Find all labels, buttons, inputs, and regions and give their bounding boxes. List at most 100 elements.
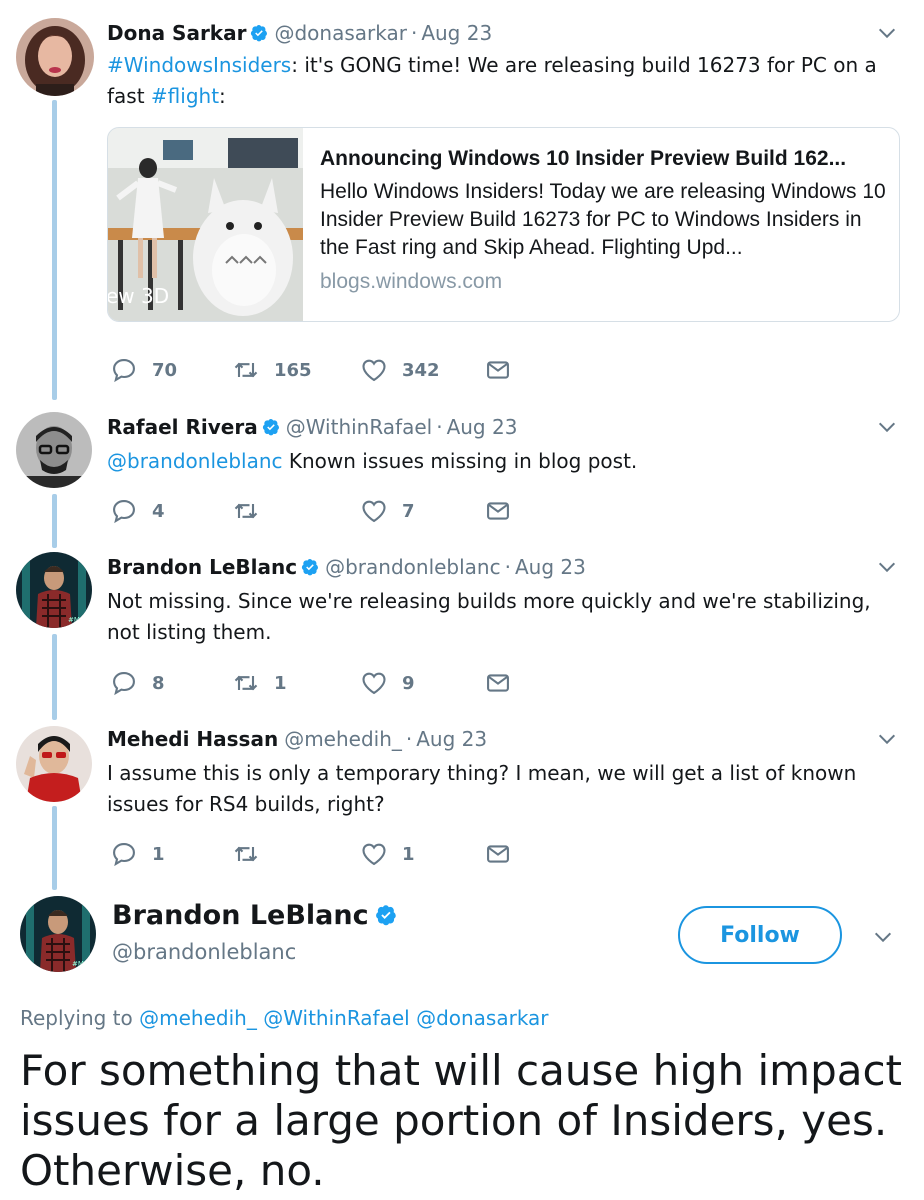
avatar[interactable] bbox=[16, 412, 92, 488]
like-count: 342 bbox=[402, 359, 440, 381]
verified-badge-icon bbox=[251, 24, 268, 42]
like-icon bbox=[362, 500, 386, 523]
reply-button[interactable]: 1 bbox=[110, 839, 165, 869]
reply-icon bbox=[113, 843, 135, 867]
timestamp[interactable]: Aug 23 bbox=[416, 727, 487, 751]
chevron-down-icon[interactable] bbox=[876, 728, 898, 750]
separator: · bbox=[405, 727, 413, 751]
retweet-button[interactable]: 165 bbox=[232, 355, 312, 385]
reply-icon bbox=[113, 500, 135, 524]
avatar[interactable]: #MSB bbox=[20, 896, 96, 972]
verified-badge-icon bbox=[375, 905, 396, 926]
handle[interactable]: @mehedih_ bbox=[284, 727, 402, 751]
dm-button[interactable] bbox=[484, 839, 512, 869]
tweet-text: #WindowsInsiders: it's GONG time! We are… bbox=[107, 50, 897, 112]
verified-badge-icon bbox=[262, 418, 279, 436]
reply-button[interactable]: 4 bbox=[110, 496, 165, 526]
display-name[interactable]: Dona Sarkar bbox=[107, 21, 246, 45]
retweet-button[interactable] bbox=[232, 839, 274, 869]
reply-count: 1 bbox=[152, 843, 165, 865]
like-count: 1 bbox=[402, 843, 415, 865]
separator: · bbox=[504, 555, 511, 579]
avatar[interactable] bbox=[16, 726, 92, 802]
timestamp[interactable]: Aug 23 bbox=[421, 21, 492, 45]
card-title: Announcing Windows 10 Insider Preview Bu… bbox=[320, 147, 847, 170]
chevron-down-icon[interactable] bbox=[876, 22, 898, 44]
tweet-header: Rafael Rivera @WithinRafael · Aug 23 bbox=[107, 414, 517, 440]
chevron-down-icon[interactable] bbox=[876, 556, 898, 578]
card-body: Announcing Windows 10 Insider Preview Bu… bbox=[320, 144, 888, 294]
tweet-text: I assume this is only a temporary thing?… bbox=[107, 761, 857, 816]
display-name[interactable]: Mehedi Hassan bbox=[107, 727, 278, 751]
card-description: Hello Windows Insiders! Today we are rel… bbox=[320, 180, 886, 259]
retweet-icon bbox=[234, 503, 258, 519]
avatar[interactable] bbox=[16, 18, 94, 96]
handle[interactable]: @brandonleblanc bbox=[325, 555, 501, 579]
chevron-down-icon[interactable] bbox=[876, 416, 898, 438]
dm-icon bbox=[487, 674, 509, 692]
thread-line bbox=[52, 494, 57, 548]
timestamp[interactable]: Aug 23 bbox=[515, 555, 586, 579]
avatar[interactable]: #MSB bbox=[16, 552, 92, 628]
retweet-icon bbox=[234, 846, 258, 862]
retweet-count: 1 bbox=[274, 672, 287, 694]
reply-button[interactable]: 70 bbox=[110, 355, 177, 385]
like-button[interactable]: 1 bbox=[360, 839, 415, 869]
card-image: ew 3D bbox=[108, 128, 303, 321]
reply-icon bbox=[113, 672, 135, 696]
like-icon bbox=[362, 359, 386, 382]
retweet-icon bbox=[234, 675, 258, 691]
hashtag-link[interactable]: #flight bbox=[151, 84, 219, 108]
like-icon bbox=[362, 672, 386, 695]
handle[interactable]: @donasarkar bbox=[274, 21, 406, 45]
text-segment: Known issues missing in blog post. bbox=[282, 449, 638, 473]
retweet-count: 165 bbox=[274, 359, 312, 381]
mention-link[interactable]: @mehedih_ bbox=[139, 1006, 257, 1030]
mention-link[interactable]: @brandonleblanc bbox=[107, 449, 283, 473]
handle[interactable]: @brandonleblanc bbox=[112, 940, 296, 964]
dm-button[interactable] bbox=[484, 668, 512, 698]
tweet-actions: 1 1 bbox=[110, 839, 530, 869]
display-name[interactable]: Rafael Rivera bbox=[107, 415, 258, 439]
hashtag-link[interactable]: #WindowsInsiders bbox=[107, 53, 291, 77]
like-count: 7 bbox=[402, 500, 415, 522]
dm-button[interactable] bbox=[484, 355, 512, 385]
like-button[interactable]: 7 bbox=[360, 496, 415, 526]
tweet-actions: 4 7 bbox=[110, 496, 530, 526]
like-button[interactable]: 9 bbox=[360, 668, 415, 698]
replying-prefix: Replying to bbox=[20, 1006, 133, 1030]
verified-badge-icon bbox=[302, 558, 319, 576]
retweet-button[interactable] bbox=[232, 496, 274, 526]
reply-icon bbox=[113, 359, 135, 383]
reply-count: 70 bbox=[152, 359, 178, 381]
separator: · bbox=[436, 415, 443, 439]
separator: · bbox=[410, 21, 418, 45]
retweet-button[interactable]: 1 bbox=[232, 668, 287, 698]
reply-count: 8 bbox=[152, 672, 165, 694]
thread-line bbox=[52, 100, 57, 400]
tweet-header: Brandon LeBlanc @brandonleblanc · Aug 23 bbox=[107, 554, 586, 580]
display-name[interactable]: Brandon LeBlanc bbox=[107, 555, 297, 579]
like-icon bbox=[362, 843, 386, 866]
replying-to: Replying to @mehedih_ @WithinRafael @don… bbox=[20, 1006, 549, 1030]
handle[interactable]: @WithinRafael bbox=[286, 415, 433, 439]
tweet-header: Dona Sarkar @donasarkar · Aug 23 bbox=[107, 20, 492, 46]
dm-icon bbox=[487, 845, 509, 863]
like-button[interactable]: 342 bbox=[360, 355, 440, 385]
dm-icon bbox=[487, 361, 509, 379]
tweet-actions: 70 165 342 bbox=[110, 355, 530, 385]
reply-button[interactable]: 8 bbox=[110, 668, 165, 698]
display-name[interactable]: Brandon LeBlanc bbox=[112, 900, 397, 931]
focused-tweet-text: For something that will cause high impac… bbox=[20, 1046, 903, 1195]
timestamp[interactable]: Aug 23 bbox=[447, 415, 518, 439]
svg-text:#MSB: #MSB bbox=[72, 960, 93, 968]
dm-button[interactable] bbox=[484, 496, 512, 526]
follow-button[interactable]: Follow bbox=[678, 906, 842, 964]
mention-link[interactable]: @donasarkar bbox=[416, 1006, 548, 1030]
like-count: 9 bbox=[402, 672, 415, 694]
text-segment: : bbox=[219, 84, 226, 108]
link-card[interactable]: ew 3D Announcing Windows 10 Insider Prev… bbox=[107, 127, 900, 322]
chevron-down-icon[interactable] bbox=[872, 926, 894, 948]
mention-link[interactable]: @WithinRafael bbox=[263, 1006, 410, 1030]
dm-icon bbox=[487, 502, 509, 520]
